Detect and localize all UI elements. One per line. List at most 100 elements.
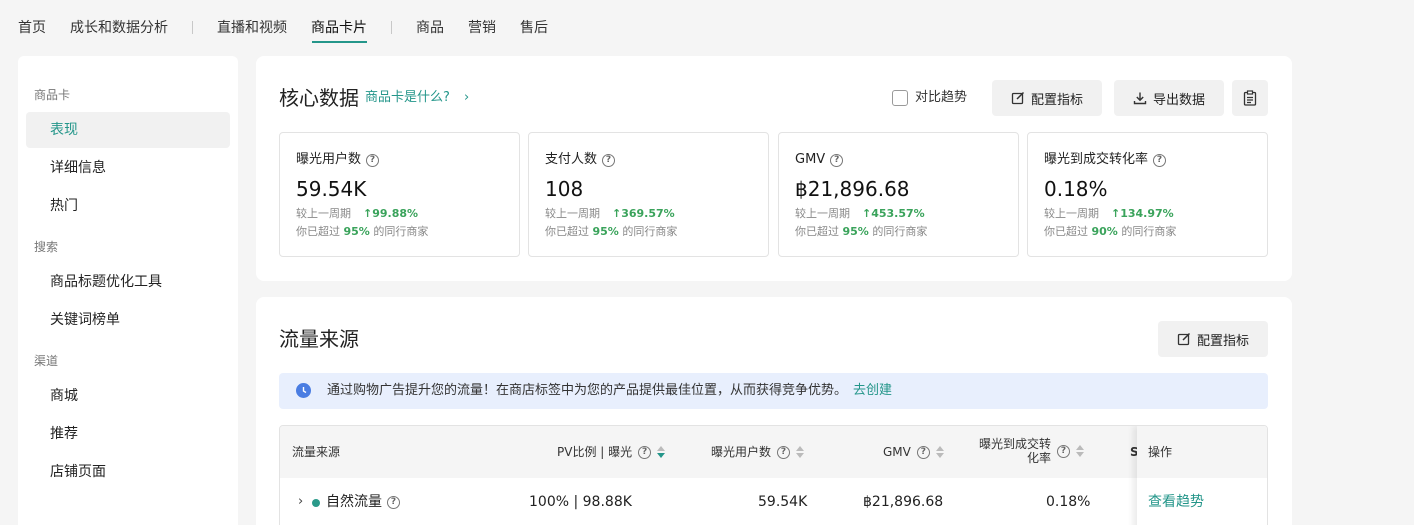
info-icon [296,383,311,398]
nav-live-video[interactable]: 直播和视频 [217,18,287,38]
sort-icon [935,446,944,458]
arrow-up-icon: ↑ [862,207,872,220]
help-icon: ? [638,445,652,459]
export-data-button[interactable]: 导出数据 [1114,80,1224,116]
sidebar-item-keyword-ranking[interactable]: 关键词榜单 [26,302,230,338]
top-nav: 首页 成长和数据分析 直播和视频 商品卡片 商品 营销 售后 [0,0,1414,52]
help-icon: ? [1057,444,1071,458]
help-icon[interactable]: ? [1153,153,1167,167]
nav-growth-analytics[interactable]: 成长和数据分析 [70,18,168,38]
chevron-right-icon: › [464,90,470,105]
help-icon: ? [916,445,930,459]
col-impression-users[interactable]: 曝光用户数? [711,444,805,460]
help-icon[interactable]: ? [602,153,616,167]
metric-peer: 你已超过 95% 的同行商家 [296,225,429,238]
nav-after-sales[interactable]: 售后 [520,18,548,38]
action-column: 操作 查看趋势 [1137,426,1267,525]
export-data-label: 导出数据 [1152,92,1205,108]
col-gmv[interactable]: GMV? [883,444,944,460]
arrow-up-icon: ↑ [1111,207,1121,220]
metric-label: GMV? [795,151,844,169]
what-is-product-card-link[interactable]: 商品卡是什么? › [365,89,469,107]
sidebar-item-hot[interactable]: 热门 [26,188,230,224]
help-icon: ? [387,495,400,509]
metric-value: 108 [545,177,584,201]
sidebar-item-recommend[interactable]: 推荐 [26,416,230,452]
row-pv: 100% | 98.88K [529,494,632,510]
sort-icon [1076,445,1085,457]
metric-label: 支付人数? [545,151,616,169]
metric-change-up: ↑453.57% [862,207,925,220]
banner-text: 通过购物广告提升您的流量！在商店标签中为您的产品提供最佳位置，从而获得竞争优势。… [327,383,893,398]
report-button[interactable] [1232,80,1268,116]
download-icon [1133,91,1147,105]
sidebar-group-search: 搜索 [34,240,59,254]
metric-peer: 你已超过 95% 的同行商家 [545,225,678,238]
nav-marketing[interactable]: 营销 [468,18,496,38]
action-column-header: 操作 [1137,426,1267,478]
config-metrics-label: 配置指标 [1196,333,1249,349]
row-conversion-rate: 0.18% [1046,494,1091,510]
arrow-up-icon: ↑ [612,207,622,220]
compare-trend-checkbox[interactable] [892,90,908,106]
help-icon: ? [777,445,791,459]
compare-trend-label: 对比趋势 [915,90,968,105]
sidebar-item-store-page[interactable]: 店铺页面 [26,454,230,490]
nav-products[interactable]: 商品 [416,18,444,38]
col-conversion-rate[interactable]: 曝光到成交转 化率 ? [979,437,1085,465]
metric-value: 0.18% [1044,177,1108,201]
help-icon[interactable]: ? [830,153,844,167]
traffic-source-table: 流量来源 PV比例 | 曝光? 曝光用户数? GMV? 曝光到成交转 化率 ? S… [279,425,1268,525]
table-header: 流量来源 PV比例 | 曝光? 曝光用户数? GMV? 曝光到成交转 化率 ? S [280,426,1267,478]
metric-change-up: ↑99.88% [363,207,419,220]
config-metrics-button[interactable]: 配置指标 [992,80,1102,116]
metric-peer: 你已超过 95% 的同行商家 [795,225,928,238]
metric-card-gmv[interactable]: GMV? ฿21,896.68 较上一周期 ↑453.57% 你已超过 95% 的… [778,132,1019,257]
metric-value: 59.54K [296,177,367,201]
traffic-config-metrics-button[interactable]: 配置指标 [1158,321,1268,357]
core-data-panel: 核心数据 商品卡是什么? › 对比趋势 配置指标 导出数据 曝光用户数? 59.… [256,56,1292,281]
metric-value: ฿21,896.68 [795,177,910,201]
metric-card-impression-users[interactable]: 曝光用户数? 59.54K 较上一周期 ↑99.88% 你已超过 95% 的同行商… [279,132,520,257]
help-link-label: 商品卡是什么? [365,90,450,105]
sort-icon [796,446,805,458]
edit-icon [1011,91,1025,105]
sidebar-item-mall[interactable]: 商城 [26,378,230,414]
traffic-source-title: 流量来源 [279,327,359,351]
metric-change-up: ↑369.57% [612,207,675,220]
col-pv-ratio[interactable]: PV比例 | 曝光? [557,444,666,460]
nav-active-indicator [312,41,367,43]
traffic-source-panel: 流量来源 配置指标 通过购物广告提升您的流量！在商店标签中为您的产品提供最佳位置… [256,297,1292,525]
sidebar-item-title-optimizer[interactable]: 商品标题优化工具 [26,264,230,300]
metric-change-up: ↑134.97% [1111,207,1174,220]
nav-divider [391,21,392,34]
sidebar-item-performance[interactable]: 表现 [26,112,230,148]
ads-promo-banner: 通过购物广告提升您的流量！在商店标签中为您的产品提供最佳位置，从而获得竞争优势。… [279,373,1268,409]
config-metrics-label: 配置指标 [1030,92,1083,108]
source-dot-icon [312,499,320,507]
metric-compare: 较上一周期 ↑99.88% [296,207,419,220]
metric-compare: 较上一周期 ↑453.57% [795,207,925,220]
metric-peer: 你已超过 90% 的同行商家 [1044,225,1177,238]
sort-icon [657,446,666,458]
view-trend-link[interactable]: 查看趋势 [1148,492,1204,512]
sidebar: 商品卡 表现 详细信息 热门 搜索 商品标题优化工具 关键词榜单 渠道 商城 推… [18,56,238,525]
metric-card-conversion-rate[interactable]: 曝光到成交转化率? 0.18% 较上一周期 ↑134.97% 你已超过 90% 的… [1027,132,1268,257]
nav-product-card[interactable]: 商品卡片 [311,18,367,38]
row-source-name: 自然流量? [326,492,400,512]
sidebar-item-details[interactable]: 详细信息 [26,150,230,186]
help-icon[interactable]: ? [366,153,380,167]
nav-home[interactable]: 首页 [18,18,46,38]
create-ad-link[interactable]: 去创建 [853,383,892,398]
sidebar-group-product-card: 商品卡 [34,88,71,102]
clipboard-icon [1243,90,1257,106]
metric-label: 曝光到成交转化率? [1044,151,1167,169]
metric-compare: 较上一周期 ↑369.57% [545,207,675,220]
arrow-up-icon: ↑ [363,207,373,220]
core-data-title: 核心数据 [279,86,359,110]
metric-card-paying-users[interactable]: 支付人数? 108 较上一周期 ↑369.57% 你已超过 95% 的同行商家 [528,132,769,257]
col-action: 操作 [1148,445,1173,459]
metric-compare: 较上一周期 ↑134.97% [1044,207,1174,220]
expand-row-icon[interactable]: › [298,492,303,512]
metric-label: 曝光用户数? [296,151,380,169]
